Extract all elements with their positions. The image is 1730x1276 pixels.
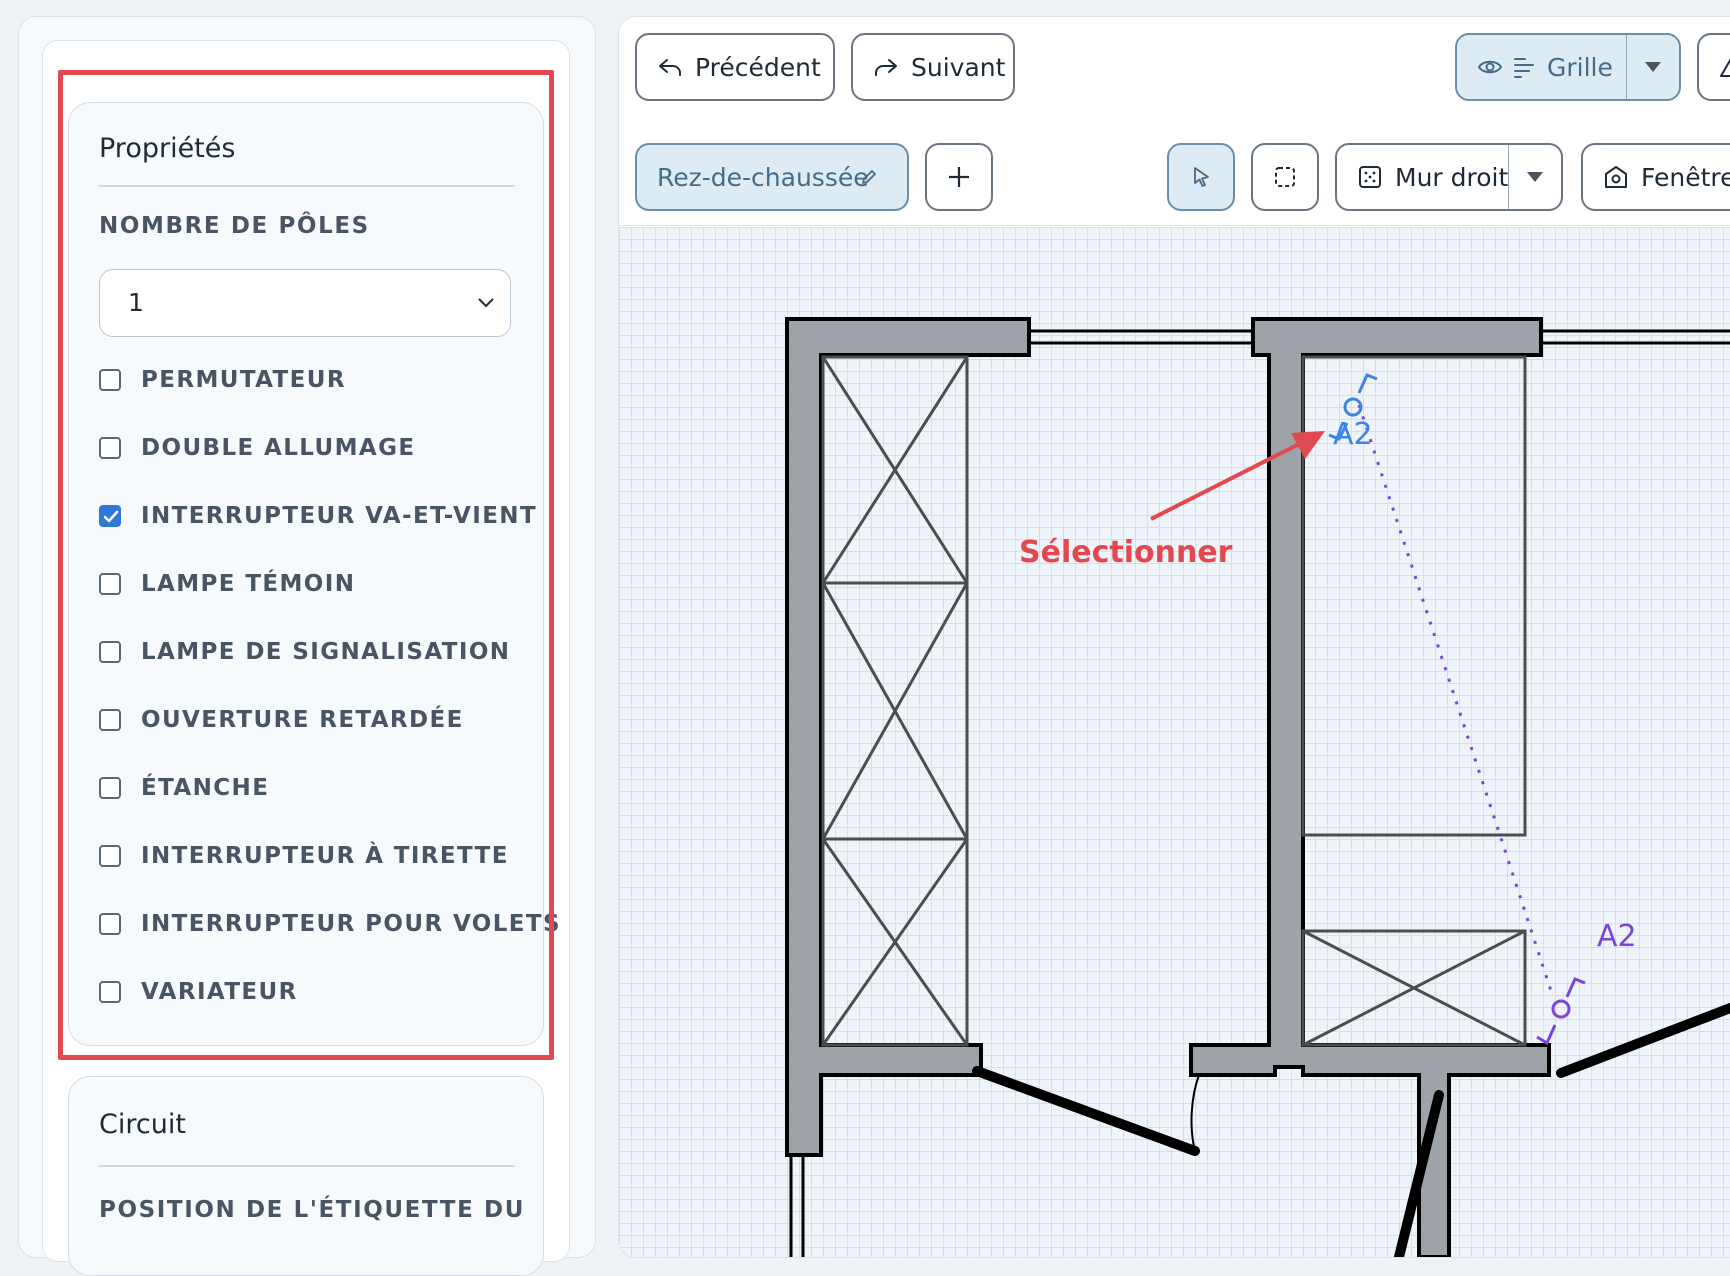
plus-icon — [949, 167, 969, 187]
doors — [972, 1002, 1730, 1257]
add-floor-button[interactable] — [925, 143, 993, 211]
grid-icon — [1514, 58, 1534, 78]
redo-icon — [875, 59, 897, 76]
divider — [99, 1165, 515, 1167]
floor-toolbar: Rez-de-chaussée Mur droit Fenêtre — [619, 121, 1730, 226]
editor-panel: Précédent Suivant Grille Rez-de-chaussée… — [618, 16, 1730, 1258]
previous-button-label: Précédent — [695, 52, 821, 82]
select-tool-button[interactable] — [1167, 143, 1235, 211]
floor-level-button[interactable]: Rez-de-chaussée — [635, 143, 909, 211]
selection-annotation: Sélectionner — [1019, 535, 1233, 570]
wall-tool-button[interactable]: Mur droit — [1335, 143, 1563, 211]
grid-dropdown-toggle[interactable] — [1626, 35, 1679, 99]
selection-box-icon — [1275, 167, 1295, 187]
window-icon — [1605, 166, 1627, 188]
floor-level-label: Rez-de-chaussée — [657, 162, 869, 192]
window-tool-button[interactable]: Fenêtre — [1581, 143, 1730, 211]
pencil-icon[interactable] — [859, 167, 879, 187]
label-position-label: POSITION DE L'ÉTIQUETTE DU — [99, 1197, 525, 1223]
cursor-icon — [1194, 167, 1209, 187]
window-tool-label: Fenêtre — [1641, 162, 1730, 192]
switch-a-label: A2 — [1333, 417, 1373, 452]
caret-down-icon — [1527, 172, 1543, 182]
warning-button[interactable] — [1697, 33, 1730, 101]
highlight-box — [58, 70, 554, 1060]
grid-button-label: Grille — [1547, 52, 1613, 82]
undo-icon — [659, 59, 681, 76]
marquee-select-button[interactable] — [1251, 143, 1319, 211]
circuit-card: Circuit POSITION DE L'ÉTIQUETTE DU — [68, 1076, 544, 1276]
previous-button[interactable]: Précédent — [635, 33, 835, 101]
switch-b-label: A2 — [1597, 919, 1637, 954]
exterior-wall-lines — [789, 329, 1730, 1257]
eye-icon — [1477, 60, 1503, 74]
warning-icon — [1720, 58, 1730, 77]
wall-grid-icon — [1359, 166, 1381, 188]
floor-plan — [785, 317, 1730, 1257]
top-toolbar: Précédent Suivant Grille — [619, 17, 1730, 122]
grid-toggle-button[interactable]: Grille — [1455, 33, 1681, 101]
next-button-label: Suivant — [911, 52, 1006, 82]
caret-down-icon — [1645, 62, 1661, 72]
next-button[interactable]: Suivant — [851, 33, 1015, 101]
wall-tool-label: Mur droit — [1395, 162, 1509, 192]
switch-a2-purple[interactable] — [1536, 977, 1586, 1046]
floor-plan-canvas[interactable]: Sélectionner A2 A2 — [619, 227, 1730, 1257]
circuit-title: Circuit — [99, 1109, 186, 1140]
closet-units — [821, 355, 1527, 1047]
wall-middle[interactable] — [1189, 317, 1551, 1257]
wall-tool-dropdown[interactable] — [1508, 145, 1561, 209]
